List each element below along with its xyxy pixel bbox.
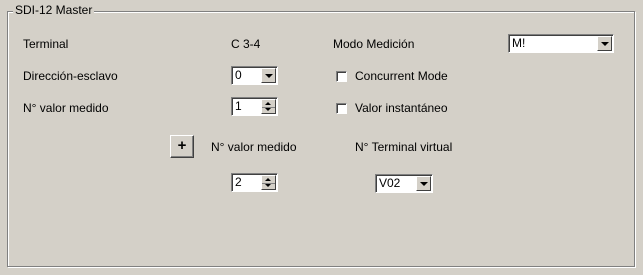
spin-down-icon[interactable] bbox=[262, 107, 275, 114]
direccion-esclavo-select[interactable]: 0 bbox=[231, 66, 278, 85]
terminal-label: Terminal bbox=[23, 37, 69, 51]
new-valor-medido-spin-buttons[interactable] bbox=[261, 175, 276, 190]
direccion-esclavo-label: Dirección-esclavo bbox=[23, 69, 118, 83]
terminal-virtual-value: V02 bbox=[379, 176, 401, 190]
terminal-value: C 3-4 bbox=[231, 37, 261, 51]
chevron-down-icon bbox=[265, 74, 273, 78]
modo-medicion-value: M! bbox=[512, 36, 526, 50]
concurrent-mode-label: Concurrent Mode bbox=[355, 69, 448, 83]
valor-medido-label: N° valor medido bbox=[23, 101, 109, 115]
terminal-virtual-select[interactable]: V02 bbox=[375, 174, 433, 193]
group-title: SDI-12 Master bbox=[13, 3, 95, 17]
valor-instantaneo-checkbox[interactable] bbox=[336, 103, 347, 114]
add-button[interactable]: + bbox=[170, 135, 194, 158]
col-valor-medido-header: N° valor medido bbox=[211, 140, 297, 154]
modo-medicion-label: Modo Medición bbox=[333, 37, 415, 51]
concurrent-mode-checkbox[interactable] bbox=[336, 71, 347, 82]
spin-down-icon[interactable] bbox=[262, 183, 275, 190]
direccion-esclavo-value: 0 bbox=[235, 68, 242, 82]
valor-medido-value: 1 bbox=[235, 99, 242, 113]
chevron-down-icon bbox=[601, 42, 609, 46]
terminal-virtual-dropdown-button[interactable] bbox=[416, 176, 431, 191]
direccion-esclavo-dropdown-button[interactable] bbox=[261, 68, 276, 83]
valor-medido-spin-buttons[interactable] bbox=[261, 99, 276, 114]
modo-medicion-select[interactable]: M! bbox=[508, 34, 614, 53]
valor-medido-spinner[interactable]: 1 bbox=[231, 97, 278, 116]
modo-medicion-dropdown-button[interactable] bbox=[597, 36, 612, 51]
valor-instantaneo-label: Valor instantáneo bbox=[355, 101, 448, 115]
new-valor-medido-value: 2 bbox=[235, 175, 242, 189]
chevron-down-icon bbox=[420, 182, 428, 186]
col-terminal-virtual-header: N° Terminal virtual bbox=[355, 140, 453, 154]
new-valor-medido-spinner[interactable]: 2 bbox=[231, 173, 278, 192]
